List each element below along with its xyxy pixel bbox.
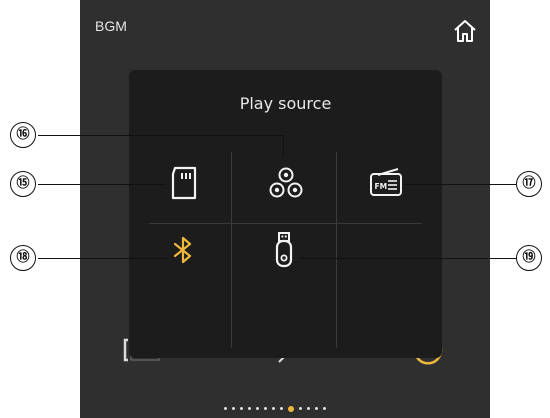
callout-line-19 — [300, 258, 516, 259]
source-bluetooth-button[interactable] — [163, 230, 203, 270]
page-dot[interactable] — [323, 407, 326, 410]
source-fm-radio-button[interactable]: FM — [366, 163, 406, 203]
usb-drive-icon — [275, 232, 293, 268]
play-source-dialog: Play source — [129, 70, 442, 358]
divider — [336, 152, 337, 348]
page-dot[interactable] — [272, 407, 275, 410]
page-dot[interactable] — [315, 407, 318, 410]
page-dot[interactable] — [240, 407, 243, 410]
page-dot[interactable] — [299, 407, 302, 410]
home-icon — [454, 20, 476, 42]
page-dot[interactable] — [307, 407, 310, 410]
divider — [149, 223, 422, 224]
callout-17: ⑰ — [516, 171, 542, 197]
page-title: BGM — [95, 18, 127, 34]
callout-line-16 — [38, 135, 284, 136]
callout-16: ⑯ — [10, 122, 36, 148]
callout-line-16-drop — [283, 135, 284, 157]
page-dot[interactable] — [288, 405, 294, 412]
source-multi-button[interactable] — [266, 163, 306, 203]
home-button[interactable] — [452, 18, 478, 44]
bluetooth-icon — [173, 236, 192, 264]
page-dot[interactable] — [224, 407, 227, 410]
callout-line-15 — [38, 184, 166, 185]
page-dot[interactable] — [280, 407, 283, 410]
page-dot[interactable] — [256, 407, 259, 410]
source-sd-card-button[interactable] — [165, 163, 205, 203]
callout-line-18 — [38, 258, 168, 259]
multi-circle-icon — [269, 167, 303, 198]
page-indicator — [0, 398, 550, 412]
divider — [231, 152, 232, 348]
sd-card-icon — [171, 166, 197, 200]
callout-18: ⑱ — [10, 245, 36, 271]
callout-19: ⑲ — [516, 245, 542, 271]
callout-15: ⑮ — [10, 171, 36, 197]
callout-line-17 — [404, 184, 516, 185]
fm-label: FM — [375, 182, 388, 191]
fm-radio-icon: FM — [370, 168, 402, 196]
dialog-title: Play source — [239, 94, 332, 113]
page-dot[interactable] — [248, 407, 251, 410]
source-usb-button[interactable] — [264, 230, 304, 270]
page-dot[interactable] — [232, 407, 235, 410]
page-dot[interactable] — [264, 407, 267, 410]
